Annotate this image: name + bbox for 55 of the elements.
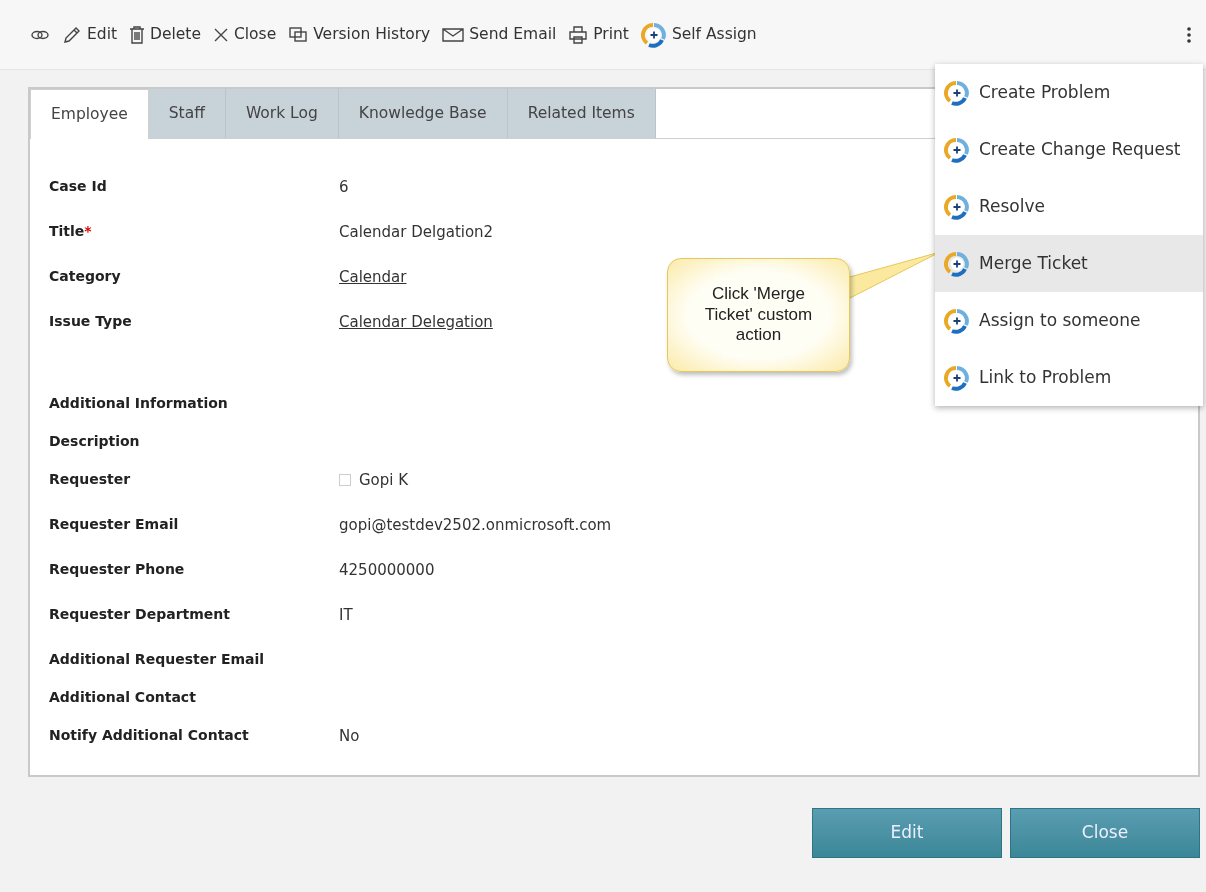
custom-action-icon [944, 136, 970, 163]
envelope-icon [442, 26, 465, 43]
custom-action-icon [640, 21, 667, 48]
field-label: Requester Email [49, 515, 180, 534]
menu-item[interactable]: Merge Ticket [935, 235, 1203, 292]
field-label: Additional Contact [49, 688, 197, 707]
menu-item[interactable]: Create Change Request [935, 121, 1203, 178]
menu-item[interactable]: Assign to someone [935, 292, 1203, 349]
custom-action-icon [944, 307, 970, 334]
field-value: Calendar Delgation2 [339, 222, 494, 243]
field-value: IT [339, 605, 353, 626]
custom-action-icon [944, 193, 970, 220]
tab[interactable]: Employee [30, 89, 149, 139]
trash-icon [129, 24, 146, 45]
field-link[interactable]: Calendar [339, 266, 407, 289]
close-icon [212, 26, 229, 43]
toolbar-button[interactable]: Edit [62, 22, 118, 47]
menu-item[interactable]: Create Problem [935, 64, 1203, 121]
custom-action-icon [944, 79, 970, 106]
field-value: 4250000000 [339, 560, 435, 581]
field-label: Description [49, 432, 141, 451]
field-label: Notify Additional Contact [49, 726, 250, 745]
tab[interactable]: Knowledge Base [338, 89, 508, 138]
more-options-icon[interactable] [1186, 24, 1192, 45]
toolbar-button[interactable]: Print [568, 22, 629, 47]
field-label: Case Id [49, 177, 108, 196]
toolbar-button[interactable]: Self Assign [640, 21, 757, 48]
field-label: Requester Department [49, 605, 231, 624]
field-value: Gopi K [359, 470, 409, 491]
toolbar-button[interactable]: Send Email [442, 22, 557, 47]
tab[interactable]: Related Items [507, 89, 656, 138]
custom-action-icon [944, 364, 970, 391]
field-label: Category [49, 267, 122, 286]
tab[interactable]: Staff [148, 89, 226, 138]
toolbar-button[interactable]: Delete [129, 22, 201, 47]
field-value: No [339, 726, 360, 747]
printer-icon [568, 24, 589, 45]
field-label: Issue Type [49, 312, 133, 331]
stacked-windows-icon [288, 25, 309, 44]
toolbar-button[interactable]: Version History [288, 22, 431, 47]
field-label: Additional Requester Email [49, 650, 266, 669]
callout-text: Click 'Merge Ticket' custom action [667, 258, 850, 372]
tab[interactable]: Work Log [225, 89, 339, 138]
menu-item[interactable]: Link to Problem [935, 349, 1203, 406]
custom-action-icon [944, 250, 970, 277]
field-value: 6 [339, 177, 349, 198]
field-label: Title* [49, 222, 93, 241]
field-label: Requester [49, 470, 132, 489]
person-placeholder-icon [339, 474, 351, 487]
field-label: Requester Phone [49, 560, 186, 579]
toolbar-button[interactable]: Close [212, 22, 277, 47]
field-label: Additional Information [49, 394, 229, 413]
field-link[interactable]: Calendar Delegation [339, 311, 493, 334]
field-value: gopi@testdev2502.onmicrosoft.com [339, 515, 612, 536]
menu-item[interactable]: Resolve [935, 178, 1203, 235]
